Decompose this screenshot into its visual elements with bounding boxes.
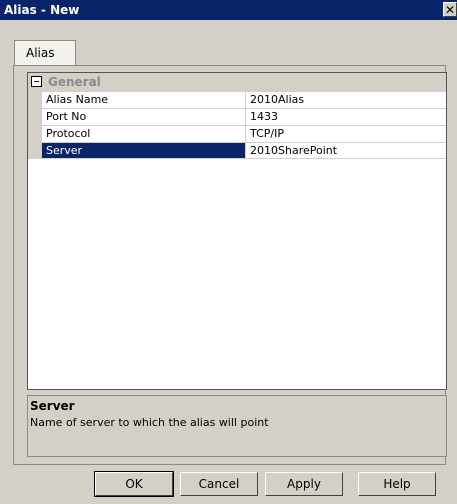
close-button[interactable]: ✕: [443, 2, 457, 17]
collapse-icon[interactable]: [31, 76, 42, 87]
property-value[interactable]: 2010Alias: [245, 92, 446, 108]
property-name: Server: [42, 143, 245, 158]
help-button[interactable]: Help: [358, 472, 436, 496]
property-name: Port No: [46, 110, 87, 123]
row-gutter: [28, 126, 42, 142]
property-value[interactable]: TCP/IP: [245, 126, 446, 142]
row-gutter: [28, 92, 42, 108]
property-row-alias-name[interactable]: Alias Name 2010Alias: [28, 91, 446, 108]
ok-button[interactable]: OK: [94, 471, 174, 497]
description-title: Server: [30, 399, 75, 413]
window-title: Alias - New: [4, 3, 80, 17]
cancel-button[interactable]: Cancel: [180, 472, 258, 496]
category-label: General: [48, 75, 101, 89]
property-grid: General Alias Name 2010Alias Port No 143…: [27, 72, 447, 390]
row-gutter: [28, 109, 42, 125]
category-header[interactable]: General: [28, 73, 446, 91]
property-name: Protocol: [46, 127, 91, 140]
property-row-port-no[interactable]: Port No 1433: [28, 108, 446, 125]
apply-button[interactable]: Apply: [265, 472, 343, 496]
property-value[interactable]: 1433: [245, 109, 446, 125]
property-row-protocol[interactable]: Protocol TCP/IP: [28, 125, 446, 142]
close-icon: ✕: [444, 3, 456, 17]
row-gutter: [28, 143, 42, 158]
description-pane: Server Name of server to which the alias…: [27, 395, 447, 457]
property-row-server[interactable]: Server 2010SharePoint: [28, 142, 446, 159]
tab-alias-label: Alias: [26, 46, 55, 60]
description-text: Name of server to which the alias will p…: [30, 416, 269, 429]
property-value[interactable]: 2010SharePoint: [245, 143, 446, 158]
property-name: Alias Name: [46, 93, 109, 106]
tab-alias[interactable]: Alias: [14, 40, 76, 66]
title-bar: Alias - New ✕: [0, 0, 457, 20]
